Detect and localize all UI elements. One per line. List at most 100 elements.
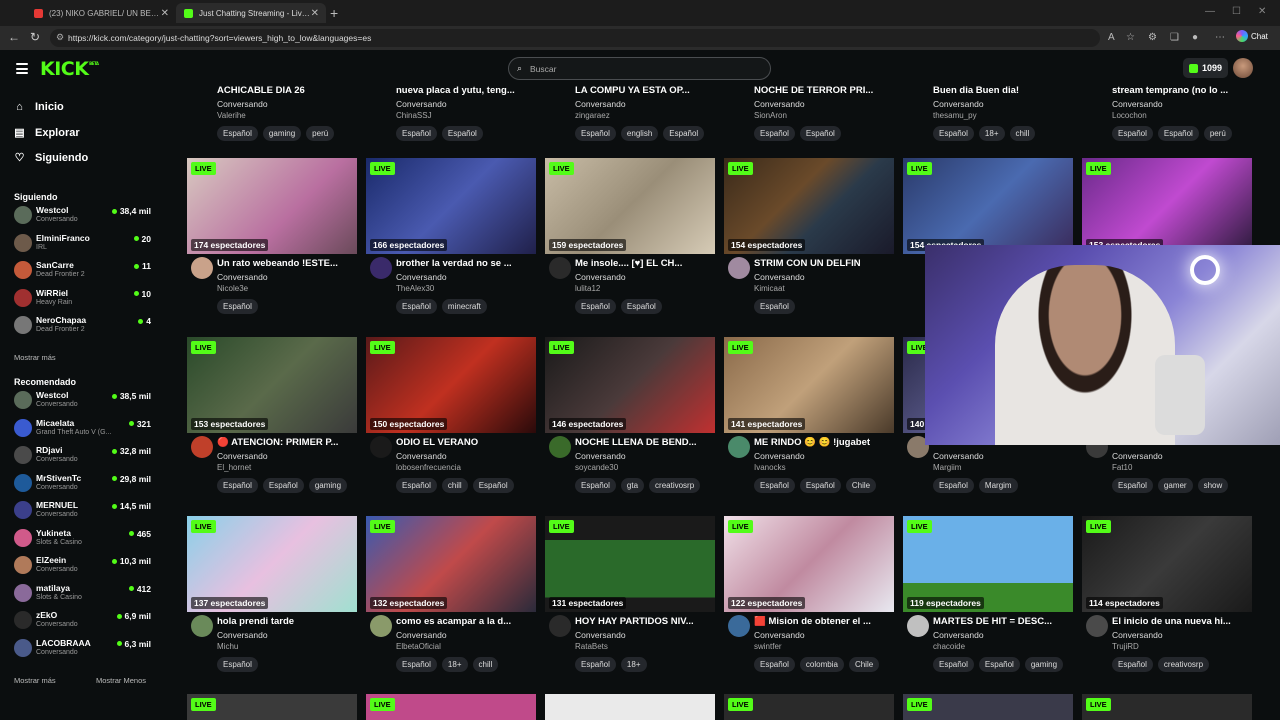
stream-title[interactable]: LA COMPU YA ESTA OP... [575,85,715,96]
tag-pill[interactable]: Español [217,657,258,672]
stream-category[interactable]: Conversando [933,630,984,640]
stream-category[interactable]: Conversando [575,630,626,640]
kick-coins-button[interactable]: 1099 [1183,58,1228,78]
stream-category[interactable]: Conversando [1112,99,1163,109]
sidebar-channel[interactable]: NeroChapaa Dead Frontier 2 4 [14,313,154,337]
favorite-star-icon[interactable]: ☆ [1126,32,1135,43]
tag-pill[interactable]: chill [1009,126,1036,141]
stream-card[interactable]: LIVE 150 espectadores ODIO EL VERANO Conver… [366,337,536,503]
stream-thumbnail[interactable] [545,694,715,720]
stream-title[interactable]: stream temprano (no lo ... [1112,85,1252,96]
stream-thumbnail[interactable]: LIVE153 espectadores [1082,158,1252,254]
stream-title[interactable]: NOCHE LLENA DE BEND... [575,437,715,448]
stream-category[interactable]: Conversando [1112,630,1163,640]
stream-category[interactable]: Conversando [933,99,984,109]
stream-category[interactable]: Conversando [396,272,447,282]
tag-pill[interactable]: Español [754,478,795,493]
streamer-name[interactable]: lulita12 [575,284,600,293]
tag-pill[interactable]: gaming [262,126,302,141]
read-aloud-icon[interactable]: A [1108,32,1115,43]
stream-title[interactable]: MARTES DE HIT = DESC... [933,616,1073,627]
streamer-name[interactable]: Fat10 [1112,463,1132,472]
tag-pill[interactable]: Español [217,478,258,493]
close-window-icon[interactable]: ✕ [1258,6,1266,17]
tag-pill[interactable]: colombia [799,657,844,672]
tag-pill[interactable]: Margim [978,478,1018,493]
stream-card[interactable]: LIVE 137 espectadores hola prendi tarde Con… [187,516,357,682]
tag-pill[interactable]: minecraft [441,299,487,314]
tag-pill[interactable]: show [1197,478,1229,493]
user-avatar[interactable] [1233,58,1253,78]
tag-pill[interactable]: Español [799,478,841,493]
sidebar-channel[interactable]: ElZeein Conversando 10,3 mil [14,553,154,577]
tag-pill[interactable]: gaming [308,478,348,493]
sidebar-channel[interactable]: zEkO Conversando 6,9 mil [14,608,154,632]
sidebar-channel[interactable]: ElminiFranco IRL 20 [14,231,154,255]
stream-thumbnail[interactable]: LIVE 122 espectadores [724,516,894,612]
tag-pill[interactable]: Español [1112,657,1153,672]
tag-pill[interactable]: Español [754,126,795,141]
stream-thumbnail[interactable]: LIVE [903,694,1073,720]
streamer-name[interactable]: chacoide [933,642,965,651]
streamer-name[interactable]: RataBets [575,642,608,651]
streamer-avatar[interactable] [191,436,213,458]
stream-thumbnail[interactable]: LIVE 174 espectadores [187,158,357,254]
stream-card[interactable]: LIVE 166 espectadores brother la verdad no… [366,158,536,324]
stream-thumbnail[interactable]: LIVE 150 espectadores [366,337,536,433]
streamer-name[interactable]: SionAron [754,111,787,120]
stream-category[interactable]: Conversando [1112,451,1163,461]
streamer-name[interactable]: Kimicaat [754,284,785,293]
streamer-name[interactable]: thesamu_py [933,111,977,120]
sidebar-channel[interactable]: matilaya Slots & Casino 412 [14,581,154,605]
tag-pill[interactable]: Chile [845,478,877,493]
tag-pill[interactable]: english [620,126,659,141]
streamer-avatar[interactable] [370,257,392,279]
stream-title[interactable]: hola prendi tarde [217,616,357,627]
stream-card[interactable]: LIVE 132 espectadores como es acampar a la… [366,516,536,682]
streamer-name[interactable]: swintfer [754,642,782,651]
sidebar-channel[interactable]: Westcol Conversando 38,5 mil [14,388,154,412]
streamer-avatar[interactable] [370,615,392,637]
stream-category[interactable]: Conversando [754,630,805,640]
browser-tab-youtube[interactable]: (23) NIKO GABRIEL/ UN BESO (pr ✕ [26,3,176,23]
stream-card[interactable]: LIVE 146 espectadores NOCHE LLENA DE BEND.… [545,337,715,503]
stream-title[interactable]: ODIO EL VERANO [396,437,536,448]
tag-pill[interactable]: Español [396,126,437,141]
stream-category[interactable]: Conversando [754,272,805,282]
streamer-name[interactable]: Locochon [1112,111,1147,120]
tag-pill[interactable]: Español [575,657,616,672]
streamer-avatar[interactable] [549,615,571,637]
stream-category[interactable]: Conversando [396,451,447,461]
stream-title[interactable]: 🟥 Mision de obtener el ... [754,616,894,627]
stream-thumbnail[interactable]: LIVE 137 espectadores [187,516,357,612]
stream-card[interactable]: LA COMPU YA ESTA OP... Conversando zingara… [545,84,715,144]
stream-card[interactable]: NOCHE DE TERROR PRI... Conversando SionAro… [724,84,894,144]
tag-pill[interactable]: Español [396,299,437,314]
tag-pill[interactable]: Chile [848,657,880,672]
stream-category[interactable]: Conversando [575,272,626,282]
streamer-name[interactable]: TheAlex30 [396,284,434,293]
streamer-avatar[interactable] [191,257,213,279]
stream-card[interactable]: LIVE 141 espectadores ME RINDO 😊 😊 !jugabe… [724,337,894,503]
tag-pill[interactable]: Español [933,478,974,493]
tag-pill[interactable]: 18+ [441,657,468,672]
streamer-avatar[interactable] [191,615,213,637]
streamer-avatar[interactable] [728,436,750,458]
stream-card[interactable]: LIVE 174 espectadores Un rato webeando !ES… [187,158,357,324]
stream-thumbnail[interactable]: LIVE 159 espectadores [545,158,715,254]
tag-pill[interactable]: Español [1112,478,1153,493]
stream-thumbnail[interactable]: LIVE 146 espectadores [545,337,715,433]
new-tab-icon[interactable]: + [330,5,338,21]
sidebar-channel[interactable]: MrStivenTc Conversando 29,8 mil [14,471,154,495]
sidebar-channel[interactable]: WiRRiel Heavy Rain 10 [14,286,154,310]
tag-pill[interactable]: Español [799,126,841,141]
tag-pill[interactable]: creativosrp [1157,657,1210,672]
sidebar-channel[interactable]: Westcol Conversando 38,4 mil [14,203,154,227]
streamer-name[interactable]: ChinaSSJ [396,111,432,120]
stream-thumbnail[interactable]: LIVE [724,694,894,720]
tag-pill[interactable]: Español [933,126,974,141]
tag-pill[interactable]: Español [663,126,705,141]
tag-pill[interactable]: Español [396,478,437,493]
tag-pill[interactable]: Español [754,299,795,314]
stream-card[interactable]: Buen dia Buen dia! Conversando thesamu_py E… [903,84,1073,144]
